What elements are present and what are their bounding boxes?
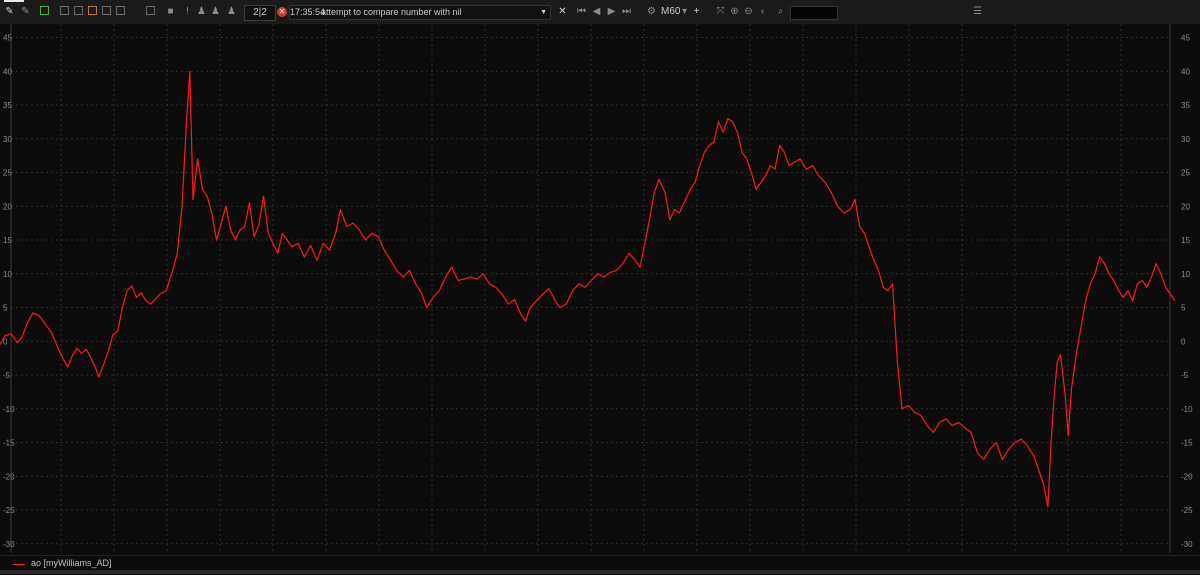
plus-icon[interactable]: + [691, 6, 702, 17]
y-tick-label-right: -10 [1181, 405, 1193, 414]
y-tick-label-right: -30 [1181, 540, 1193, 549]
script-icon-2[interactable]: ♟ [210, 6, 221, 17]
prev-icon[interactable]: ◀ [591, 6, 602, 17]
window-icon-4[interactable] [102, 6, 111, 15]
y-tick-label-right: 30 [1181, 135, 1190, 144]
y-tick-label-right: -15 [1181, 439, 1193, 448]
timeframe-select[interactable]: M60 [661, 5, 680, 19]
alert-icon[interactable]: ■ [165, 6, 176, 17]
window-icon-5[interactable] [116, 6, 125, 15]
error-icon: ✕ [277, 7, 287, 17]
chart[interactable]: 45 4540 4035 3530 3025 2520 2015 1510 105 50 0-5 -5… [0, 24, 1200, 555]
draw-icon[interactable]: ✎ [4, 6, 15, 17]
warning-icon[interactable]: ! [182, 6, 193, 17]
script-icon-3[interactable]: ♟ [226, 6, 237, 17]
timeframe-icon[interactable]: ⚙ [646, 6, 657, 17]
y-tick-label-right: -20 [1181, 472, 1193, 481]
y-tick-label-left: 45 [3, 34, 12, 43]
window-icon-6[interactable] [146, 6, 155, 15]
first-icon[interactable]: ⏮ [576, 6, 587, 17]
draw-icon-2[interactable]: ✎ [20, 6, 31, 17]
y-tick-label-right: 10 [1181, 270, 1190, 279]
fit-icon[interactable]: ⤧ [715, 6, 726, 17]
last-icon[interactable]: ⏭ [621, 6, 632, 17]
y-tick-label-right: 35 [1181, 101, 1190, 110]
y-tick-label-left: 35 [3, 101, 12, 110]
collapse-icon[interactable]: ‹ [757, 6, 768, 17]
y-tick-label-left: 20 [3, 202, 12, 211]
y-tick-label-right: -25 [1181, 506, 1193, 515]
y-tick-label-right: 25 [1181, 169, 1190, 178]
y-tick-label-left: 15 [3, 236, 12, 245]
window-icon-2[interactable] [74, 6, 83, 15]
y-tick-label-right: 20 [1181, 202, 1190, 211]
zoom-out-icon[interactable]: ⊖ [743, 6, 754, 17]
y-tick-label-left: 40 [3, 67, 12, 76]
window-counter: 2|2 [244, 5, 276, 21]
y-tick-label-left: -5 [3, 371, 11, 380]
script-icon[interactable]: ♟ [196, 6, 207, 17]
y-tick-label-left: 10 [3, 270, 12, 279]
chevron-down-icon[interactable]: ▾ [679, 6, 690, 17]
active-tool-indicator [4, 0, 24, 2]
message-text: attempt to compare number with nil [321, 7, 462, 17]
y-tick-label-left: 30 [3, 135, 12, 144]
close-icon[interactable]: ✕ [557, 6, 568, 17]
horizontal-scrollbar[interactable] [0, 570, 1200, 574]
y-tick-label-left: -15 [3, 439, 15, 448]
search-icon[interactable]: ⌕ [775, 6, 786, 17]
y-tick-label-right: 15 [1181, 236, 1190, 245]
chart-background [0, 24, 1200, 555]
y-tick-label-left: -30 [3, 540, 15, 549]
y-tick-label-left: 25 [3, 169, 12, 178]
y-tick-label-left: 5 [3, 304, 8, 313]
next-icon[interactable]: ▶ [606, 6, 617, 17]
y-tick-label-right: 5 [1181, 304, 1186, 313]
y-tick-label-right: 0 [1181, 337, 1186, 346]
chevron-down-icon[interactable]: ▼ [540, 9, 547, 16]
y-tick-label-right: 45 [1181, 34, 1190, 43]
y-tick-label-left: -10 [3, 405, 15, 414]
new-window-icon[interactable] [40, 6, 49, 15]
panel-icon[interactable]: ☰ [972, 6, 983, 17]
toolbar: ✎ ✎ ■ ! ♟ ♟ ♟ 2|2 ✕ 17:35:54 attempt to … [0, 0, 1200, 25]
legend-swatch [13, 564, 25, 565]
window-icon-3[interactable] [88, 6, 97, 15]
zoom-in-icon[interactable]: ⊕ [729, 6, 740, 17]
y-tick-label-left: -20 [3, 472, 15, 481]
window-icon[interactable] [60, 6, 69, 15]
y-tick-label-right: 40 [1181, 67, 1190, 76]
search-input[interactable] [790, 6, 838, 20]
y-tick-label-left: -25 [3, 506, 15, 515]
message-dropdown[interactable]: 17:35:54 attempt to compare number with … [289, 5, 551, 20]
legend-label: ao [myWilliams_AD] [31, 558, 112, 568]
message-time: 17:35:54 [290, 7, 326, 17]
y-tick-label-right: -5 [1181, 371, 1189, 380]
